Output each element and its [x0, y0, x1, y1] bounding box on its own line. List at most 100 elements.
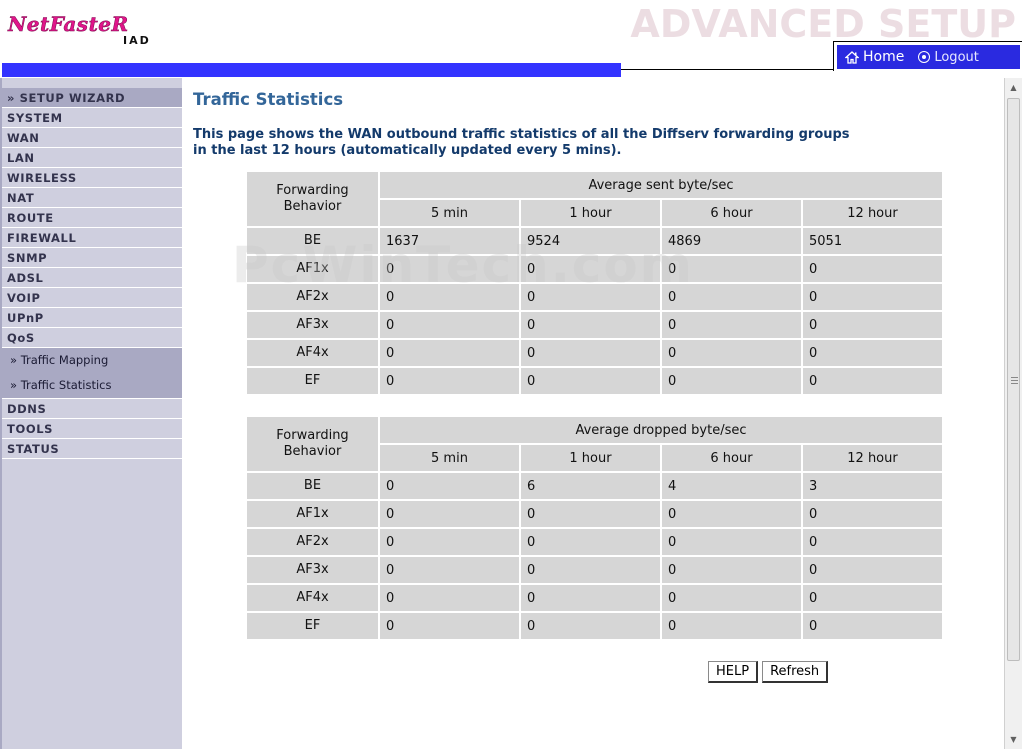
column-header: 5 min	[380, 200, 519, 226]
scroll-grip-icon	[1011, 377, 1018, 384]
column-header: 6 hour	[662, 200, 801, 226]
header-blue-bar	[2, 63, 621, 77]
column-header: 1 hour	[521, 200, 660, 226]
table-header-row: Forwarding Behavior Average dropped byte…	[247, 417, 942, 471]
value-cell: 4869	[662, 228, 801, 254]
logout-label: Logout	[934, 49, 979, 65]
column-header: 12 hour	[803, 445, 942, 471]
sidebar-item-wireless[interactable]: WIRELESS	[2, 168, 182, 188]
value-cell: 0	[380, 340, 519, 366]
description-line-2: in the last 12 hours (automatically upda…	[193, 143, 622, 158]
logo-sub: IAD	[123, 34, 151, 47]
value-cell: 0	[380, 557, 519, 583]
value-cell: 0	[662, 340, 801, 366]
table-row: BE 1637 9524 4869 5051	[247, 228, 942, 254]
value-cell: 0	[803, 368, 942, 394]
value-cell: 0	[380, 501, 519, 527]
value-cell: 0	[521, 340, 660, 366]
sidebar-item-lan[interactable]: LAN	[2, 148, 182, 168]
value-cell: 0	[380, 613, 519, 639]
value-cell: 0	[662, 312, 801, 338]
fb-cell: AF4x	[247, 340, 378, 366]
netfaster-logo: NetFasteR IAD	[8, 12, 183, 48]
value-cell: 0	[803, 557, 942, 583]
sidebar-item-ddns[interactable]: DDNS	[2, 399, 182, 419]
sidebar-item-qos[interactable]: QoS	[2, 328, 182, 348]
fb-cell: AF1x	[247, 501, 378, 527]
refresh-button[interactable]: Refresh	[762, 661, 829, 683]
value-cell: 0	[521, 256, 660, 282]
description-line-1: This page shows the WAN outbound traffic…	[193, 127, 850, 142]
table-row: AF2x 0 0 0 0	[247, 284, 942, 310]
value-cell: 0	[662, 557, 801, 583]
fb-cell: BE	[247, 228, 378, 254]
fb-cell: AF2x	[247, 284, 378, 310]
group-header: Average dropped byte/sec	[380, 417, 942, 443]
top-nav: Home Logout	[833, 41, 1022, 71]
scroll-thumb[interactable]	[1007, 98, 1020, 661]
value-cell: 6	[521, 473, 660, 499]
logout-link[interactable]: Logout	[918, 50, 979, 65]
scroll-down-icon[interactable]: ▼	[1005, 731, 1022, 748]
fb-cell: AF1x	[247, 256, 378, 282]
sidebar-item-snmp[interactable]: SNMP	[2, 248, 182, 268]
sidebar-item-upnp[interactable]: UPnP	[2, 308, 182, 328]
sidebar-item-wan[interactable]: WAN	[2, 128, 182, 148]
sent-traffic-table: Forwarding Behavior Average sent byte/se…	[245, 170, 944, 396]
value-cell: 0	[380, 368, 519, 394]
table-row: AF1x 0 0 0 0	[247, 501, 942, 527]
fb-cell: AF2x	[247, 529, 378, 555]
table-row: AF4x 0 0 0 0	[247, 340, 942, 366]
sidebar-item-firewall[interactable]: FIREWALL	[2, 228, 182, 248]
top-nav-bar: Home Logout	[837, 45, 1020, 69]
fb-header: Forwarding Behavior	[247, 417, 378, 471]
table-row: BE 0 6 4 3	[247, 473, 942, 499]
value-cell: 5051	[803, 228, 942, 254]
home-icon	[844, 50, 860, 64]
fb-cell: EF	[247, 368, 378, 394]
value-cell: 3	[803, 473, 942, 499]
value-cell: 0	[521, 368, 660, 394]
sidebar-item-status[interactable]: STATUS	[2, 439, 182, 459]
main-content: Traffic Statistics This page shows the W…	[182, 78, 1004, 749]
sidebar-subitem-traffic-mapping[interactable]: » Traffic Mapping	[2, 348, 182, 373]
home-label: Home	[863, 49, 905, 65]
sidebar-item-tools[interactable]: TOOLS	[2, 419, 182, 439]
table-header-row: Forwarding Behavior Average sent byte/se…	[247, 172, 942, 226]
column-header: 6 hour	[662, 445, 801, 471]
logout-icon	[918, 51, 931, 63]
sidebar-item-nat[interactable]: NAT	[2, 188, 182, 208]
value-cell: 0	[380, 284, 519, 310]
value-cell: 0	[380, 256, 519, 282]
value-cell: 0	[521, 613, 660, 639]
value-cell: 0	[521, 557, 660, 583]
vertical-scrollbar[interactable]: ▲ ▼	[1004, 78, 1022, 749]
value-cell: 0	[380, 585, 519, 611]
header-divider	[621, 69, 833, 70]
table-row: AF4x 0 0 0 0	[247, 585, 942, 611]
value-cell: 0	[803, 340, 942, 366]
table-row: AF1x 0 0 0 0	[247, 256, 942, 282]
table-row: AF2x 0 0 0 0	[247, 529, 942, 555]
sidebar-item-route[interactable]: ROUTE	[2, 208, 182, 228]
value-cell: 0	[662, 256, 801, 282]
sidebar-item-setup-wizard[interactable]: » SETUP WIZARD	[2, 88, 182, 108]
sidebar-item-voip[interactable]: VOIP	[2, 288, 182, 308]
value-cell: 1637	[380, 228, 519, 254]
sidebar-item-adsl[interactable]: ADSL	[2, 268, 182, 288]
value-cell: 0	[662, 585, 801, 611]
sidebar-subitem-traffic-statistics[interactable]: » Traffic Statistics	[2, 373, 182, 398]
value-cell: 0	[380, 529, 519, 555]
table-row: AF3x 0 0 0 0	[247, 312, 942, 338]
sidebar-item-system[interactable]: SYSTEM	[2, 108, 182, 128]
home-link[interactable]: Home	[844, 49, 905, 65]
header: NetFasteR IAD ADVANCED SETUP Home Logout	[0, 0, 1022, 78]
value-cell: 0	[521, 501, 660, 527]
scroll-up-icon[interactable]: ▲	[1005, 79, 1022, 96]
value-cell: 4	[662, 473, 801, 499]
value-cell: 0	[803, 501, 942, 527]
fb-cell: AF3x	[247, 312, 378, 338]
value-cell: 0	[662, 501, 801, 527]
fb-header: Forwarding Behavior	[247, 172, 378, 226]
help-button[interactable]: HELP	[708, 661, 759, 683]
